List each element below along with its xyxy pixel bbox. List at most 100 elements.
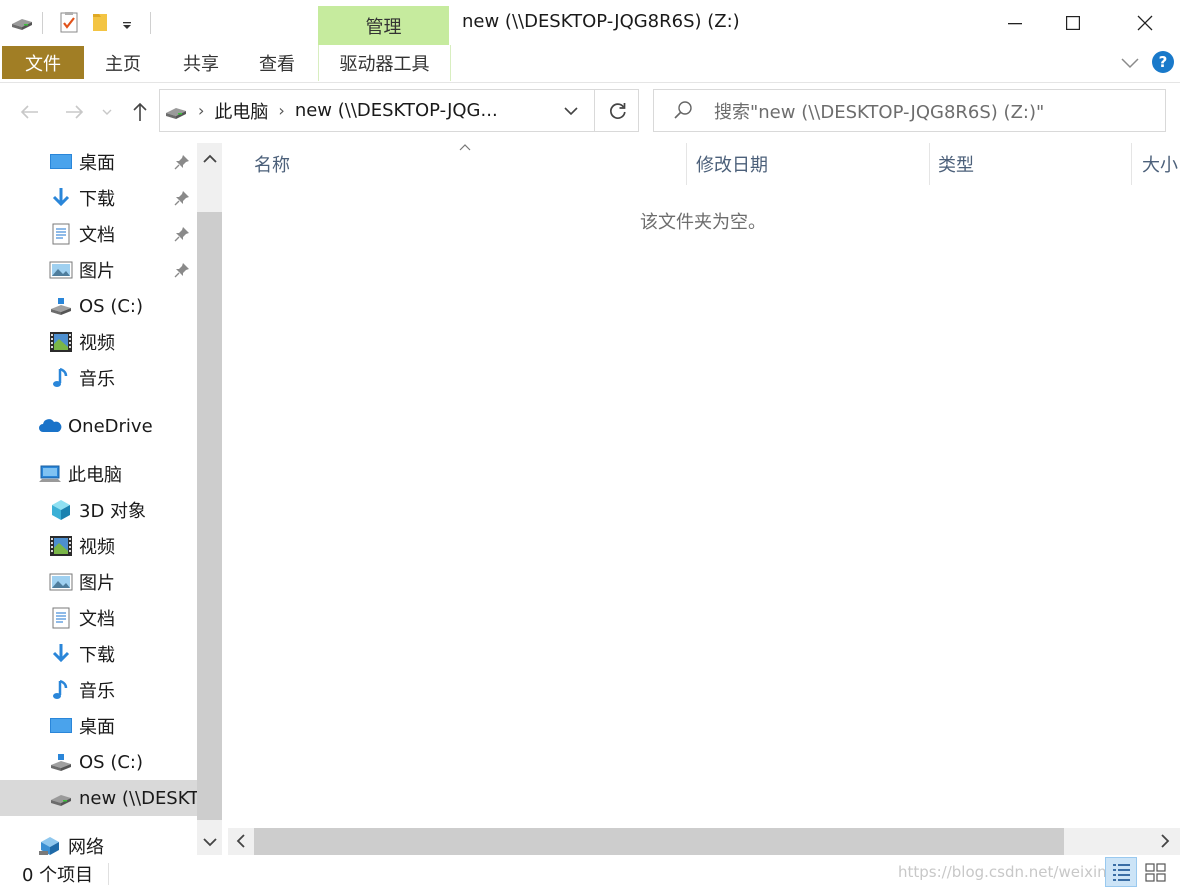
nav-item-videos[interactable]: 视频 [49,324,197,360]
tab-view-label: 查看 [259,54,295,75]
recent-locations-button[interactable] [101,100,115,124]
nav-item-videos[interactable]: 视频 [49,528,197,564]
details-view-button[interactable] [1105,857,1137,887]
drive-icon[interactable] [10,11,32,33]
tab-drive-tools-label: 驱动器工具 [339,54,430,75]
nav-item-music[interactable]: 音乐 [49,672,197,708]
tab-manage[interactable]: 管理 [318,6,449,45]
breadcrumb-separator-icon[interactable]: › [198,101,204,120]
refresh-icon [610,103,626,119]
desktop-icon [49,150,73,174]
file-list[interactable]: 名称 修改日期 类型 大小 [222,143,1180,855]
toolbar-separator [42,12,43,34]
tab-share[interactable]: 共享 [170,45,232,81]
sort-ascending-icon [458,142,472,152]
nav-item-downloads[interactable]: 下载 [49,636,197,672]
column-header-date-modified[interactable]: 修改日期 [696,143,768,185]
window-title: new (\\DESKTOP-JQG8R6S) (Z:) [462,11,740,32]
tab-drive-tools[interactable]: 驱动器工具 [318,45,451,81]
toolbar-separator [150,12,151,34]
column-header-name[interactable]: 名称 [254,143,290,185]
nav-item-this-pc[interactable]: 此电脑 [38,456,197,492]
chevron-down-icon [203,838,217,847]
column-separator[interactable] [686,143,687,185]
expand-ribbon-button[interactable] [1120,55,1142,73]
nav-item-os-c[interactable]: OS (C:) [49,744,197,780]
pin-icon[interactable] [174,226,190,242]
horizontal-scroll-thumb[interactable] [254,828,1064,855]
address-bar[interactable]: › 此电脑 › new (\\DESKTOP-JQG... [159,89,639,132]
desktop-icon [49,714,73,738]
3d-objects-icon [49,498,73,522]
nav-pane-scroll-thumb[interactable] [197,212,222,820]
navigation-bar: › 此电脑 › new (\\DESKTOP-JQG... 搜索"new (\\… [0,83,1180,141]
column-separator[interactable] [1131,143,1132,185]
chevron-down-icon [564,107,578,116]
nav-item-network-drive[interactable]: new (\\DESKTOP-JQG8R6S) (Z:) [49,780,197,816]
large-icons-view-button[interactable] [1142,859,1172,885]
pin-icon[interactable] [174,154,190,170]
search-icon [672,99,696,123]
cloud-icon [38,414,62,438]
scroll-down-button[interactable] [201,833,219,851]
new-folder-icon[interactable] [90,11,112,33]
music-icon [49,678,73,702]
video-icon [49,330,73,354]
nav-item-pictures[interactable]: 图片 [49,564,197,600]
customize-toolbar-icon[interactable] [120,11,142,33]
refresh-button[interactable] [608,101,628,121]
search-box[interactable]: 搜索"new (\\DESKTOP-JQG8R6S) (Z:)" [653,89,1166,132]
tab-share-label: 共享 [183,54,219,75]
chevron-left-icon [236,834,245,848]
maximize-button[interactable] [1043,0,1103,45]
nav-item-music[interactable]: 音乐 [49,360,197,396]
music-icon [49,366,73,390]
properties-icon[interactable] [58,11,80,33]
tab-file-label: 文件 [25,53,61,75]
search-input[interactable]: 搜索"new (\\DESKTOP-JQG8R6S) (Z:)" [714,98,1044,124]
arrow-left-icon [20,105,38,119]
tab-manage-label: 管理 [365,16,402,38]
download-icon [49,642,73,666]
drive-icon [49,750,73,774]
address-history-button[interactable] [562,102,580,120]
breadcrumb-current-drive[interactable]: new (\\DESKTOP-JQG... [295,100,498,121]
forward-button[interactable] [62,100,86,124]
network-drive-icon [49,786,73,810]
back-button[interactable] [18,100,42,124]
scroll-right-button[interactable] [1156,832,1174,850]
details-view-icon [1113,864,1130,881]
pin-icon[interactable] [174,190,190,206]
nav-item-3d-objects[interactable]: 3D 对象 [49,492,197,528]
tab-file[interactable]: 文件 [2,46,84,79]
nav-item-documents[interactable]: 文档 [49,600,197,636]
nav-item-onedrive[interactable]: OneDrive [38,408,197,444]
drive-icon [164,99,188,123]
arrow-up-icon [133,102,147,121]
document-icon [49,606,73,630]
close-button[interactable] [1115,0,1175,45]
document-icon [49,222,73,246]
title-bar: 管理 new (\\DESKTOP-JQG8R6S) (Z:) [0,0,1180,45]
column-header-type[interactable]: 类型 [938,143,974,185]
tab-home[interactable]: 主页 [92,45,154,81]
nav-item-desktop[interactable]: 桌面 [49,708,197,744]
nav-item-os-c[interactable]: OS (C:) [49,288,197,324]
tab-view[interactable]: 查看 [246,45,308,81]
breadcrumb-separator-icon[interactable]: › [278,101,284,120]
chevron-right-icon [1161,834,1170,848]
column-separator[interactable] [929,143,930,185]
scroll-left-button[interactable] [232,832,250,850]
column-header-size[interactable]: 大小 [1142,143,1180,185]
close-icon [1137,15,1153,30]
download-icon [49,186,73,210]
minimize-button[interactable] [985,0,1045,45]
help-button[interactable]: ? [1152,51,1174,73]
item-count: 0 个项目 [22,865,94,886]
up-button[interactable] [128,100,152,124]
picture-icon [49,258,73,282]
tab-home-label: 主页 [105,54,141,75]
breadcrumb-this-pc[interactable]: 此电脑 [214,98,268,124]
pin-icon[interactable] [174,262,190,278]
scroll-up-button[interactable] [201,150,219,168]
